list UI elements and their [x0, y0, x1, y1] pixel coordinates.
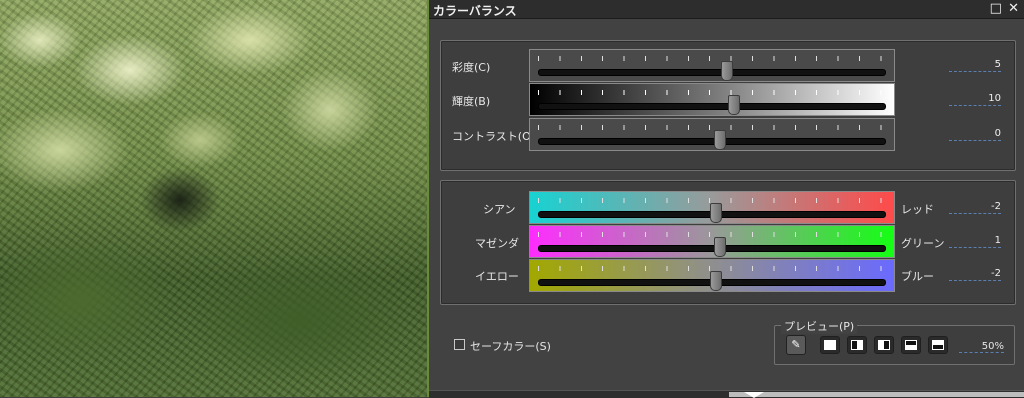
close-icon[interactable]: ✕ — [1008, 1, 1020, 16]
magenta-label: マゼンダ — [475, 237, 519, 250]
cyan-red-value[interactable]: -2 — [949, 201, 1001, 214]
timeline-strip[interactable] — [729, 392, 1024, 397]
red-label: レッド — [901, 203, 934, 216]
slider-track — [538, 245, 886, 252]
brightness-slider[interactable] — [529, 83, 895, 116]
blue-label: ブルー — [901, 270, 934, 283]
preview-split-right-icon[interactable] — [874, 336, 894, 354]
slider-ticks — [538, 125, 886, 130]
magenta-green-value[interactable]: 1 — [949, 235, 1001, 248]
yellow-blue-slider[interactable] — [529, 259, 895, 292]
yellow-blue-value[interactable]: -2 — [949, 268, 1001, 281]
slider-thumb[interactable] — [713, 130, 726, 150]
restore-icon[interactable]: □ — [990, 1, 1003, 16]
saturation-value[interactable]: 5 — [949, 59, 1001, 72]
preview-split-top-icon[interactable] — [901, 336, 921, 354]
safe-color-checkbox[interactable] — [454, 339, 465, 350]
contrast-label: コントラスト(O) — [452, 130, 536, 143]
slider-thumb[interactable] — [720, 61, 733, 81]
pen-icon[interactable]: ✎ — [786, 335, 806, 355]
magenta-green-slider[interactable] — [529, 225, 895, 258]
playhead-icon[interactable] — [744, 392, 764, 398]
slider-track — [538, 69, 886, 76]
contrast-slider[interactable] — [529, 118, 895, 151]
title-bar: カラーバランス □ ✕ — [429, 0, 1024, 19]
contrast-value[interactable]: 0 — [949, 128, 1001, 141]
color-balance-panel: カラーバランス □ ✕ 彩度(C) 5 輝度(B) 10 コントラスト(O) 0… — [429, 0, 1024, 398]
saturation-slider[interactable] — [529, 49, 895, 82]
safe-color-label[interactable]: セーフカラー(S) — [470, 338, 551, 354]
slider-ticks — [538, 56, 886, 61]
slider-track — [538, 138, 886, 145]
cyan-label: シアン — [483, 203, 516, 216]
preview-full-icon[interactable] — [820, 336, 840, 354]
slider-ticks — [538, 90, 886, 95]
green-label: グリーン — [901, 237, 945, 250]
slider-thumb[interactable] — [727, 95, 740, 115]
slider-thumb[interactable] — [710, 203, 723, 223]
brightness-label: 輝度(B) — [452, 95, 491, 108]
cyan-red-slider[interactable] — [529, 191, 895, 224]
window-title: カラーバランス — [433, 4, 517, 18]
saturation-label: 彩度(C) — [452, 61, 491, 74]
slider-thumb[interactable] — [710, 271, 723, 291]
preview-zoom-value[interactable]: 50% — [959, 341, 1004, 353]
preview-image — [0, 0, 427, 397]
yellow-label: イエロー — [475, 270, 519, 283]
slider-thumb[interactable] — [713, 237, 726, 257]
brightness-value[interactable]: 10 — [949, 93, 1001, 106]
preview-label: プレビュー(P) — [781, 318, 858, 334]
preview-split-left-icon[interactable] — [847, 336, 867, 354]
slider-ticks — [538, 232, 886, 237]
preview-split-bottom-icon[interactable] — [928, 336, 948, 354]
slider-track — [538, 103, 886, 110]
